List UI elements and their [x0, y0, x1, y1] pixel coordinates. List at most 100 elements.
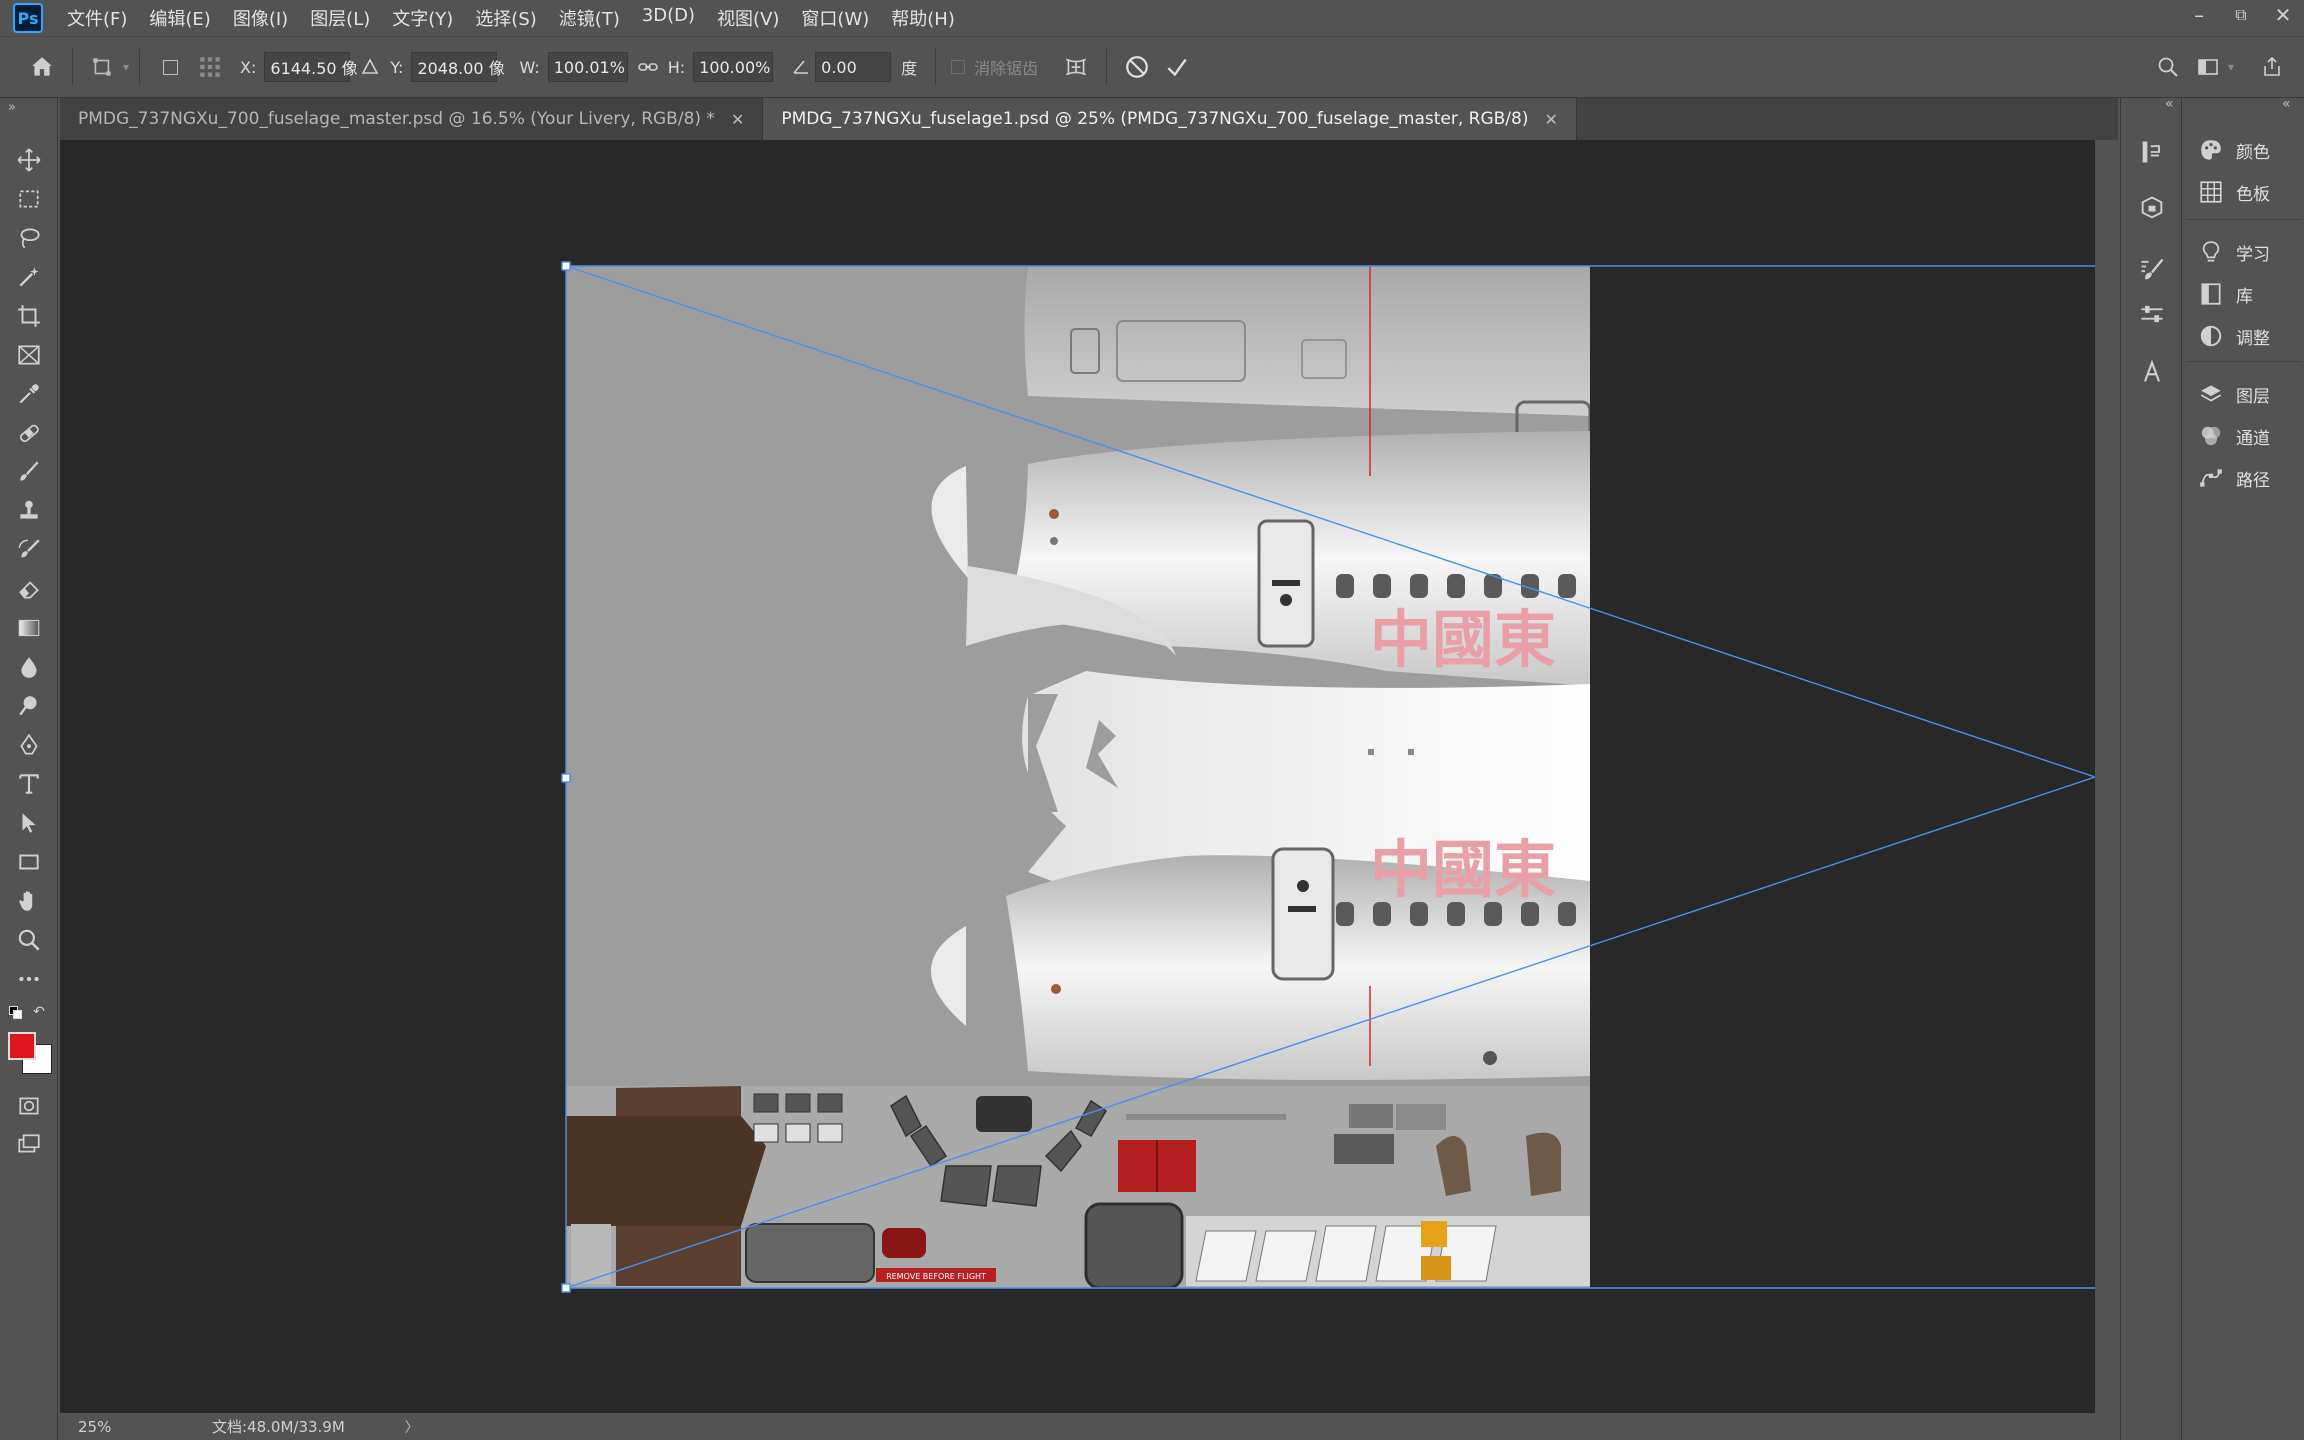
- close-icon[interactable]: ✕: [1544, 110, 1557, 129]
- blur-tool-icon[interactable]: [9, 649, 49, 685]
- vertical-scrollbar[interactable]: [2095, 140, 2118, 1413]
- menu-view[interactable]: 视图(V): [717, 5, 779, 31]
- foreground-color-swatch[interactable]: [8, 1032, 36, 1060]
- y-position-field[interactable]: 2048.00 像: [411, 52, 505, 82]
- rectangle-tool-icon[interactable]: [9, 844, 49, 880]
- menu-image[interactable]: 图像(I): [233, 5, 288, 31]
- share-icon[interactable]: [2252, 47, 2292, 87]
- frame-tool-icon[interactable]: [9, 337, 49, 373]
- x-position-field[interactable]: 6144.50 像: [264, 52, 358, 82]
- tool-presets-icon[interactable]: [2134, 296, 2170, 332]
- history-panel-icon[interactable]: [2134, 134, 2170, 170]
- panel-color[interactable]: 颜色: [2198, 133, 2270, 167]
- lasso-tool-icon[interactable]: [9, 220, 49, 256]
- marquee-tool-icon[interactable]: [9, 181, 49, 217]
- cancel-transform-icon[interactable]: [1117, 47, 1157, 87]
- panel-libraries[interactable]: 库: [2198, 277, 2253, 311]
- menu-help[interactable]: 帮助(H): [891, 5, 955, 31]
- panel-label: 库: [2236, 286, 2253, 307]
- menu-type[interactable]: 文字(Y): [392, 5, 453, 31]
- transform-preset-icon[interactable]: [83, 47, 123, 87]
- transform-handle-left[interactable]: [561, 773, 571, 783]
- crop-tool-icon[interactable]: [9, 298, 49, 334]
- quick-mask-icon[interactable]: [9, 1088, 49, 1124]
- reference-point-grid-icon[interactable]: [190, 47, 230, 87]
- reference-point-checkbox[interactable]: [150, 47, 190, 87]
- eraser-tool-icon[interactable]: [9, 571, 49, 607]
- relative-position-icon[interactable]: [350, 47, 390, 87]
- transform-bounding-box[interactable]: [60, 140, 2095, 1413]
- panel-swatches[interactable]: 色板: [2198, 175, 2270, 209]
- 3d-panel-icon[interactable]: [2134, 190, 2170, 226]
- screen-mode-icon[interactable]: [9, 1126, 49, 1162]
- menu-layer[interactable]: 图层(L): [310, 5, 370, 31]
- transform-handle-bottom-left[interactable]: [561, 1283, 571, 1293]
- more-tools-icon[interactable]: [9, 961, 49, 997]
- document-tabs: PMDG_737NGXu_700_fuselage_master.psd @ 1…: [60, 98, 2118, 140]
- collapse-dock-icon[interactable]: «: [2165, 96, 2174, 112]
- close-icon[interactable]: ✕: [731, 110, 744, 129]
- rotate-angle-field[interactable]: 0.00: [815, 52, 892, 82]
- layers-icon: [2200, 385, 2222, 402]
- healing-brush-tool-icon[interactable]: [9, 415, 49, 451]
- status-menu-chevron-icon[interactable]: 〉: [405, 1417, 419, 1437]
- width-field[interactable]: 100.01%: [547, 52, 628, 82]
- menu-file[interactable]: 文件(F): [67, 5, 127, 31]
- commit-transform-icon[interactable]: [1157, 47, 1197, 87]
- h-label: H:: [667, 57, 686, 77]
- magic-wand-tool-icon[interactable]: [9, 259, 49, 295]
- angle-unit: 度: [901, 59, 918, 78]
- clone-stamp-tool-icon[interactable]: [9, 493, 49, 529]
- lightbulb-icon: [2202, 241, 2220, 262]
- path-selection-tool-icon[interactable]: [9, 805, 49, 841]
- menu-edit[interactable]: 编辑(E): [149, 5, 210, 31]
- menu-3d[interactable]: 3D(D): [642, 5, 695, 31]
- zoom-tool-icon[interactable]: [9, 922, 49, 958]
- panel-layers[interactable]: 图层: [2198, 377, 2270, 411]
- menu-select[interactable]: 选择(S): [475, 5, 536, 31]
- panel-label: 色板: [2236, 184, 2270, 205]
- default-colors-icon[interactable]: [9, 1006, 23, 1020]
- link-icon[interactable]: [628, 47, 668, 87]
- brush-tool-icon[interactable]: [9, 454, 49, 490]
- panels-column: « 颜色 色板 学习 库 调整 图层 通道 路径: [2184, 96, 2304, 1440]
- panel-learn[interactable]: 学习: [2198, 235, 2270, 269]
- transform-handle-top-left[interactable]: [561, 261, 571, 271]
- close-window-button[interactable]: ✕: [2262, 0, 2304, 30]
- warp-mode-icon[interactable]: [1056, 47, 1096, 87]
- height-field[interactable]: 100.00%: [693, 52, 774, 82]
- menu-filter[interactable]: 滤镜(T): [559, 5, 620, 31]
- dodge-tool-icon[interactable]: [9, 688, 49, 724]
- tab-fuselage1[interactable]: PMDG_737NGXu_fuselage1.psd @ 25% (PMDG_7…: [763, 98, 1577, 140]
- eyedropper-tool-icon[interactable]: [9, 376, 49, 412]
- paths-icon: [2200, 469, 2222, 487]
- antialias-checkbox[interactable]: [946, 47, 970, 87]
- panel-channels[interactable]: 通道: [2198, 419, 2270, 453]
- brush-settings-icon[interactable]: [2134, 252, 2170, 288]
- x-label: X:: [240, 57, 257, 77]
- home-icon[interactable]: [22, 47, 62, 87]
- panel-paths[interactable]: 路径: [2198, 461, 2270, 495]
- pen-tool-icon[interactable]: [9, 727, 49, 763]
- zoom-level-field[interactable]: 25%: [78, 1418, 148, 1436]
- history-brush-tool-icon[interactable]: [9, 532, 49, 568]
- move-tool-icon[interactable]: [9, 142, 49, 178]
- y-label: Y:: [390, 57, 404, 77]
- panel-label: 图层: [2236, 386, 2270, 407]
- panel-label: 颜色: [2236, 142, 2270, 163]
- hand-tool-icon[interactable]: [9, 883, 49, 919]
- panel-adjustments[interactable]: 调整: [2198, 319, 2270, 353]
- swap-colors-icon[interactable]: ↶: [33, 1004, 45, 1020]
- tab-fuselage-master[interactable]: PMDG_737NGXu_700_fuselage_master.psd @ 1…: [60, 98, 764, 140]
- collapse-panels-icon[interactable]: «: [2282, 96, 2291, 112]
- tab-title: PMDG_737NGXu_fuselage1.psd @ 25% (PMDG_7…: [781, 109, 1529, 129]
- canvas-area[interactable]: 中國東 中國東 REMOVE BEFORE FLIGHT: [60, 140, 2095, 1413]
- gradient-tool-icon[interactable]: [9, 610, 49, 646]
- search-icon[interactable]: [2148, 47, 2188, 87]
- character-panel-icon[interactable]: [2134, 354, 2170, 390]
- type-tool-icon[interactable]: [9, 766, 49, 802]
- minimize-button[interactable]: –: [2178, 0, 2220, 30]
- restore-button[interactable]: ⧉: [2220, 0, 2262, 30]
- workspace-icon[interactable]: [2188, 47, 2228, 87]
- menu-window[interactable]: 窗口(W): [801, 5, 869, 31]
